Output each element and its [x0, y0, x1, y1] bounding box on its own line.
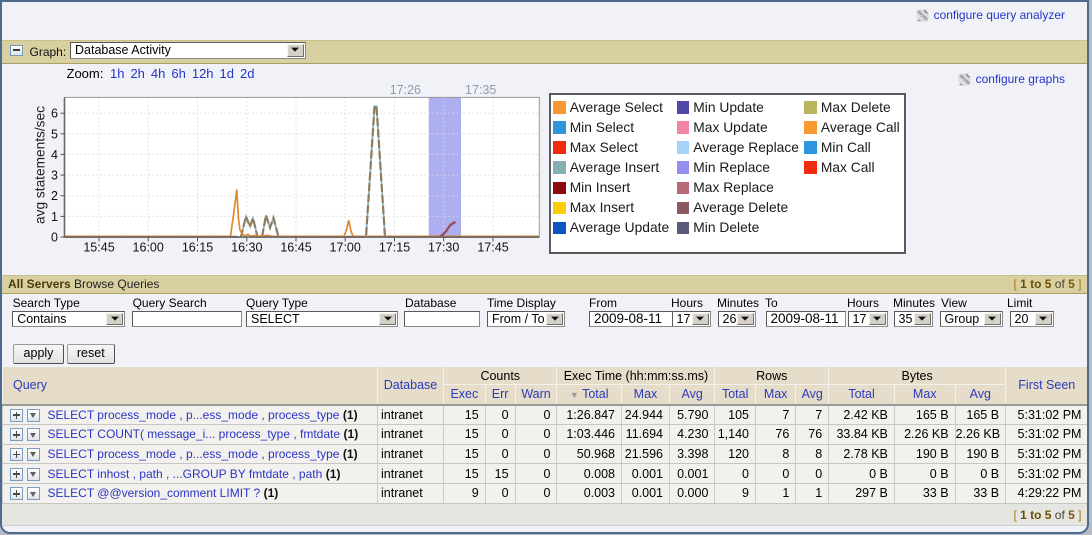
svg-text:2: 2 [51, 189, 58, 203]
svg-text:16:15: 16:15 [182, 241, 213, 255]
svg-text:1: 1 [51, 210, 58, 224]
svg-text:16:30: 16:30 [231, 241, 262, 255]
svg-text:4: 4 [51, 148, 58, 162]
svg-text:17:26: 17:26 [390, 83, 421, 97]
svg-text:15:45: 15:45 [83, 241, 114, 255]
svg-text:5: 5 [51, 127, 58, 141]
svg-text:0: 0 [51, 231, 58, 245]
svg-text:6: 6 [51, 107, 58, 121]
svg-text:17:15: 17:15 [379, 241, 410, 255]
svg-text:17:30: 17:30 [428, 241, 459, 255]
svg-text:17:45: 17:45 [477, 241, 508, 255]
svg-text:16:00: 16:00 [133, 241, 164, 255]
svg-text:avg statements/sec: avg statements/sec [33, 106, 48, 224]
svg-text:3: 3 [51, 169, 58, 183]
svg-text:16:45: 16:45 [280, 241, 311, 255]
svg-text:17:35: 17:35 [465, 83, 496, 97]
svg-text:17:00: 17:00 [330, 241, 361, 255]
